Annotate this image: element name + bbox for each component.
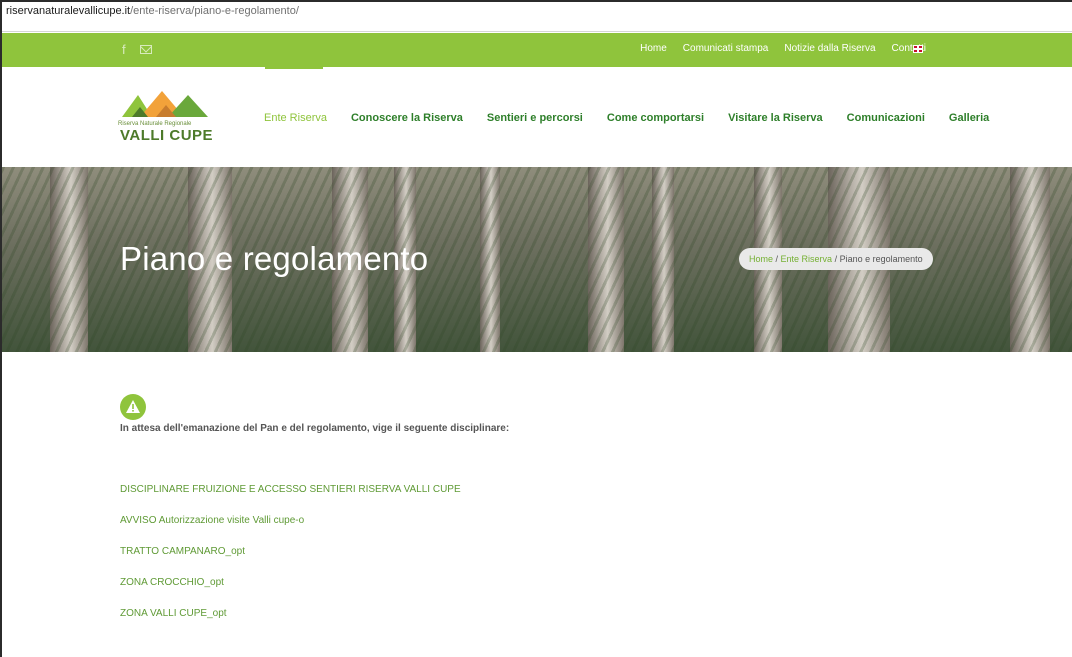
topnav-home[interactable]: Home	[640, 43, 667, 54]
nav-sentieri-e-percorsi[interactable]: Sentieri e percorsi	[487, 112, 583, 124]
warning-icon	[120, 394, 146, 420]
top-bar: f Home Comunicati stampa Notizie dalla R…	[2, 33, 1072, 67]
nav-conoscere-la-riserva[interactable]: Conoscere la Riserva	[351, 112, 463, 124]
breadcrumb-ente-riserva[interactable]: Ente Riserva	[781, 254, 833, 264]
nav-visitare-la-riserva[interactable]: Visitare la Riserva	[728, 112, 823, 124]
nav-galleria[interactable]: Galleria	[949, 112, 989, 124]
uk-flag-icon[interactable]	[913, 45, 923, 53]
breadcrumb-home[interactable]: Home	[749, 254, 773, 264]
url-path: /ente-riserva/piano-e-regolamento/	[130, 5, 299, 17]
top-nav: Home Comunicati stampa Notizie dalla Ris…	[640, 43, 926, 54]
doc-link-zona-valli-cupe[interactable]: ZONA VALLI CUPE_opt	[120, 608, 461, 639]
breadcrumb-current: Piano e regolamento	[839, 254, 923, 264]
intro-text: In attesa dell'emanazione del Pan e del …	[120, 423, 510, 434]
active-nav-indicator	[265, 67, 323, 69]
breadcrumb: Home / Ente Riserva / Piano e regolament…	[739, 248, 933, 270]
nav-ente-riserva[interactable]: Ente Riserva	[264, 112, 327, 124]
url-host: riservanaturalevallicupe.it	[6, 5, 131, 17]
doc-link-zona-crocchio[interactable]: ZONA CROCCHIO_opt	[120, 577, 461, 608]
nav-comunicazioni[interactable]: Comunicazioni	[847, 112, 925, 124]
doc-link-avviso[interactable]: AVVISO Autorizzazione visite Valli cupe-…	[120, 515, 461, 546]
logo-title[interactable]: VALLI CUPE	[120, 127, 213, 144]
document-links: DISCIPLINARE FRUIZIONE E ACCESSO SENTIER…	[120, 484, 461, 639]
address-bar[interactable]: riservanaturalevallicupe.it/ente-riserva…	[2, 2, 1072, 32]
facebook-icon[interactable]: f	[122, 42, 126, 58]
social-links: f	[122, 42, 152, 58]
doc-link-disciplinare[interactable]: DISCIPLINARE FRUIZIONE E ACCESSO SENTIER…	[120, 484, 461, 515]
nav-come-comportarsi[interactable]: Come comportarsi	[607, 112, 704, 124]
page-title: Piano e regolamento	[120, 240, 429, 277]
topnav-notizie[interactable]: Notizie dalla Riserva	[784, 43, 875, 54]
main-nav: Ente Riserva Conoscere la Riserva Sentie…	[264, 112, 1013, 124]
topnav-comunicati-stampa[interactable]: Comunicati stampa	[683, 43, 769, 54]
doc-link-tratto-campanaro[interactable]: TRATTO CAMPANARO_opt	[120, 546, 461, 577]
mail-icon[interactable]	[139, 45, 152, 54]
